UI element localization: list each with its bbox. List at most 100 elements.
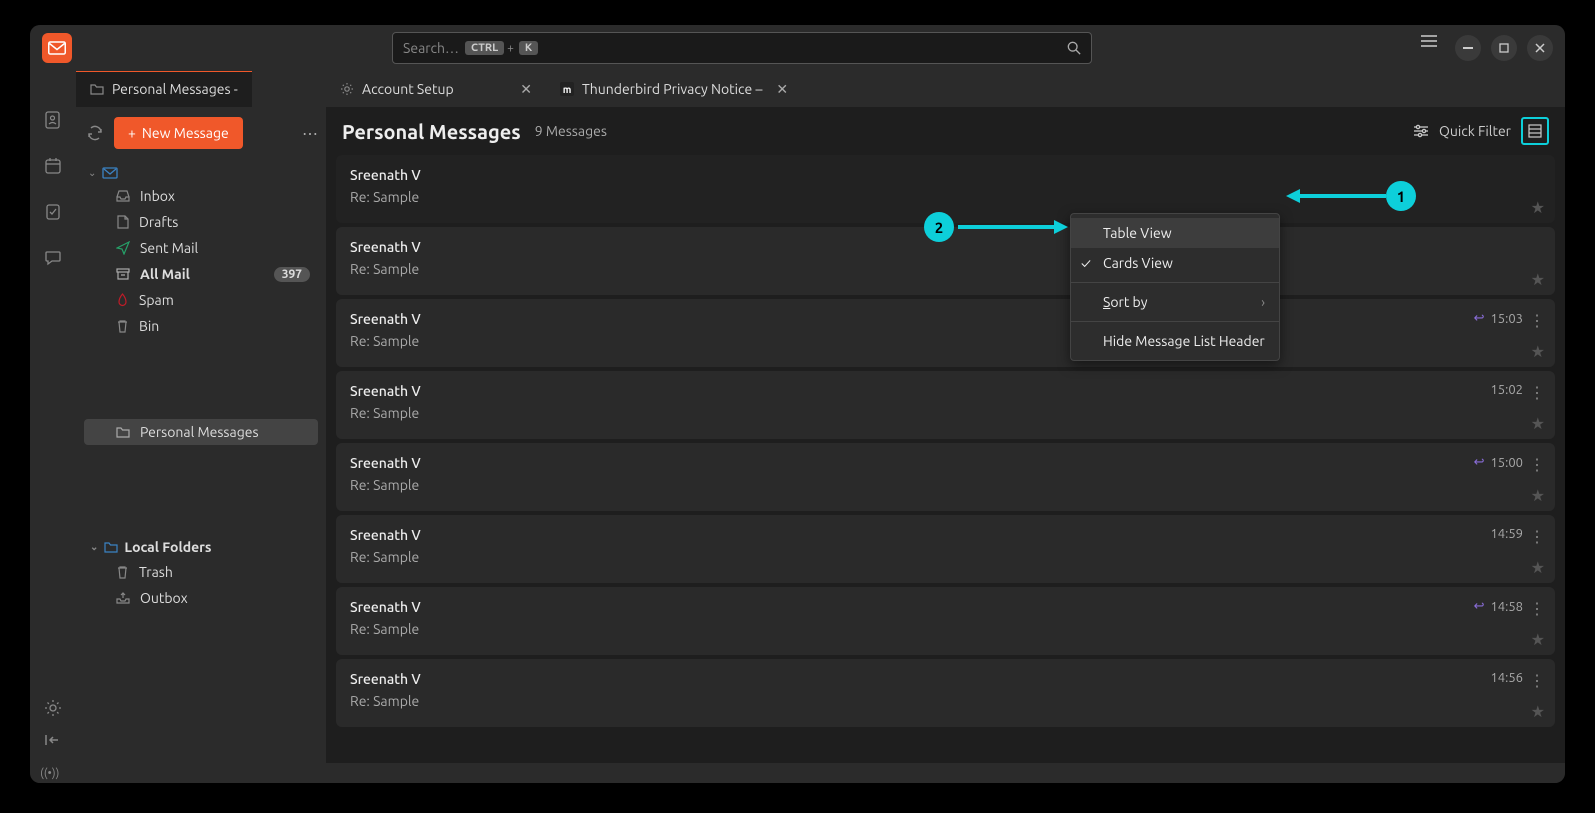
menu-separator bbox=[1071, 282, 1279, 283]
chevron-down-icon: ⌄ bbox=[90, 541, 98, 553]
calendar-icon[interactable] bbox=[44, 157, 62, 175]
mail-account-icon bbox=[102, 167, 118, 179]
message-card[interactable]: Sreenath VRe: Sample14:59⋮★ bbox=[336, 515, 1555, 583]
tab-privacy-notice[interactable]: m Thunderbird Privacy Notice – ✕ bbox=[546, 71, 802, 107]
folder-label: Inbox bbox=[140, 188, 175, 204]
message-card[interactable]: Sreenath VRe: Sample↩15:03⋮★ bbox=[336, 299, 1555, 367]
star-icon[interactable]: ★ bbox=[1531, 198, 1545, 217]
message-from: Sreenath V bbox=[350, 527, 1541, 543]
kbd-plus: + bbox=[507, 42, 514, 55]
message-subject: Re: Sample bbox=[350, 405, 1541, 421]
close-icon[interactable]: ✕ bbox=[776, 81, 788, 98]
folder-drafts[interactable]: Drafts bbox=[84, 209, 318, 235]
global-search[interactable]: CTRL + K bbox=[392, 32, 1092, 64]
message-from: Sreenath V bbox=[350, 599, 1541, 615]
message-more-icon[interactable]: ⋮ bbox=[1529, 599, 1545, 618]
account-header[interactable]: ⌄ bbox=[84, 163, 318, 183]
folder-bin[interactable]: Bin bbox=[84, 313, 318, 339]
menu-cards-view[interactable]: ✓Cards View bbox=[1071, 248, 1279, 278]
star-icon[interactable]: ★ bbox=[1531, 270, 1545, 289]
star-icon[interactable]: ★ bbox=[1531, 414, 1545, 433]
filter-sliders-icon[interactable] bbox=[1413, 124, 1429, 138]
kbd-k: K bbox=[519, 41, 538, 55]
star-icon[interactable]: ★ bbox=[1531, 630, 1545, 649]
folder-outbox[interactable]: Outbox bbox=[84, 585, 318, 611]
message-list[interactable]: Sreenath VRe: Sample★Sreenath VRe: Sampl… bbox=[326, 155, 1565, 763]
tab-personal-messages[interactable]: Personal Messages - bbox=[76, 71, 252, 107]
more-button[interactable]: ⋯ bbox=[302, 124, 318, 143]
settings-icon[interactable] bbox=[44, 699, 62, 717]
message-from: Sreenath V bbox=[350, 455, 1541, 471]
tab-label: Thunderbird Privacy Notice – bbox=[582, 81, 762, 97]
menu-separator bbox=[1071, 321, 1279, 322]
folder-sent[interactable]: Sent Mail bbox=[84, 235, 318, 261]
chat-icon[interactable] bbox=[44, 249, 62, 267]
message-more-icon[interactable]: ⋮ bbox=[1529, 383, 1545, 402]
menu-label: Cards View bbox=[1103, 255, 1173, 271]
folder-spam[interactable]: Spam bbox=[84, 287, 318, 313]
message-from: Sreenath V bbox=[350, 671, 1541, 687]
maximize-button[interactable] bbox=[1491, 35, 1517, 61]
settings-icon bbox=[340, 82, 354, 96]
collapse-icon[interactable] bbox=[44, 733, 62, 747]
inbox-icon bbox=[116, 190, 130, 202]
message-card[interactable]: Sreenath VRe: Sample↩14:58⋮★ bbox=[336, 587, 1555, 655]
message-more-icon[interactable]: ⋮ bbox=[1529, 527, 1545, 546]
status-bar: ((•)) bbox=[30, 763, 1565, 783]
activity-bar bbox=[30, 71, 76, 763]
star-icon[interactable]: ★ bbox=[1531, 486, 1545, 505]
folder-trash[interactable]: Trash bbox=[84, 559, 318, 585]
message-card[interactable]: Sreenath VRe: Sample14:56⋮★ bbox=[336, 659, 1555, 727]
address-book-icon[interactable] bbox=[44, 111, 62, 129]
close-button[interactable] bbox=[1527, 35, 1553, 61]
unread-badge: 397 bbox=[274, 267, 310, 282]
message-more-icon[interactable]: ⋮ bbox=[1529, 455, 1545, 474]
folder-label: Drafts bbox=[139, 214, 178, 230]
local-folders-label: Local Folders bbox=[124, 539, 211, 555]
chevron-down-icon: ⌄ bbox=[88, 167, 96, 179]
quick-filter-label[interactable]: Quick Filter bbox=[1439, 123, 1511, 139]
trash-icon bbox=[116, 319, 129, 333]
app-menu-button[interactable] bbox=[1421, 35, 1437, 61]
online-status-icon[interactable]: ((•)) bbox=[40, 767, 59, 780]
folder-title: Personal Messages bbox=[342, 120, 521, 143]
sync-icon[interactable] bbox=[86, 124, 104, 142]
message-from: Sreenath V bbox=[350, 311, 1541, 327]
message-card[interactable]: Sreenath VRe: Sample★ bbox=[336, 227, 1555, 295]
folder-personal-messages[interactable]: Personal Messages bbox=[84, 419, 318, 445]
new-message-button[interactable]: + New Message bbox=[114, 117, 243, 149]
menu-sort-by[interactable]: Sort by› bbox=[1071, 287, 1279, 317]
tab-account-setup[interactable]: Account Setup ✕ bbox=[326, 71, 546, 107]
star-icon[interactable]: ★ bbox=[1531, 702, 1545, 721]
folder-inbox[interactable]: Inbox bbox=[84, 183, 318, 209]
reply-icon: ↩ bbox=[1474, 455, 1485, 470]
folder-label: Sent Mail bbox=[140, 240, 198, 256]
message-more-icon[interactable]: ⋮ bbox=[1529, 311, 1545, 330]
menu-table-view[interactable]: Table View bbox=[1071, 218, 1279, 248]
message-card[interactable]: Sreenath VRe: Sample★ bbox=[336, 155, 1555, 223]
message-subject: Re: Sample bbox=[350, 189, 1541, 205]
tasks-icon[interactable] bbox=[44, 203, 62, 221]
star-icon[interactable]: ★ bbox=[1531, 558, 1545, 577]
message-subject: Re: Sample bbox=[350, 549, 1541, 565]
message-card[interactable]: Sreenath VRe: Sample15:02⋮★ bbox=[336, 371, 1555, 439]
folder-label: All Mail bbox=[140, 266, 190, 282]
star-icon[interactable]: ★ bbox=[1531, 342, 1545, 361]
tab-label: Personal Messages - bbox=[112, 81, 238, 97]
local-folders-header[interactable]: ⌄ Local Folders bbox=[84, 535, 318, 559]
folder-all-mail[interactable]: All Mail 397 bbox=[84, 261, 318, 287]
sidebar: Personal Messages - + New Message ⋯ ⌄ I bbox=[76, 71, 326, 763]
message-from: Sreenath V bbox=[350, 383, 1541, 399]
minimize-button[interactable] bbox=[1455, 35, 1481, 61]
folder-icon bbox=[116, 426, 130, 438]
message-card[interactable]: Sreenath VRe: Sample↩15:00⋮★ bbox=[336, 443, 1555, 511]
display-options-button[interactable] bbox=[1521, 117, 1549, 145]
close-icon[interactable]: ✕ bbox=[520, 81, 532, 98]
folder-label: Personal Messages bbox=[140, 424, 259, 440]
message-time: ↩15:03 bbox=[1474, 311, 1523, 326]
menu-hide-header[interactable]: Hide Message List Header bbox=[1071, 326, 1279, 356]
content-header: Personal Messages 9 Messages Quick Filte… bbox=[326, 107, 1565, 155]
message-subject: Re: Sample bbox=[350, 621, 1541, 637]
search-input[interactable] bbox=[403, 40, 463, 56]
message-more-icon[interactable]: ⋮ bbox=[1529, 671, 1545, 690]
